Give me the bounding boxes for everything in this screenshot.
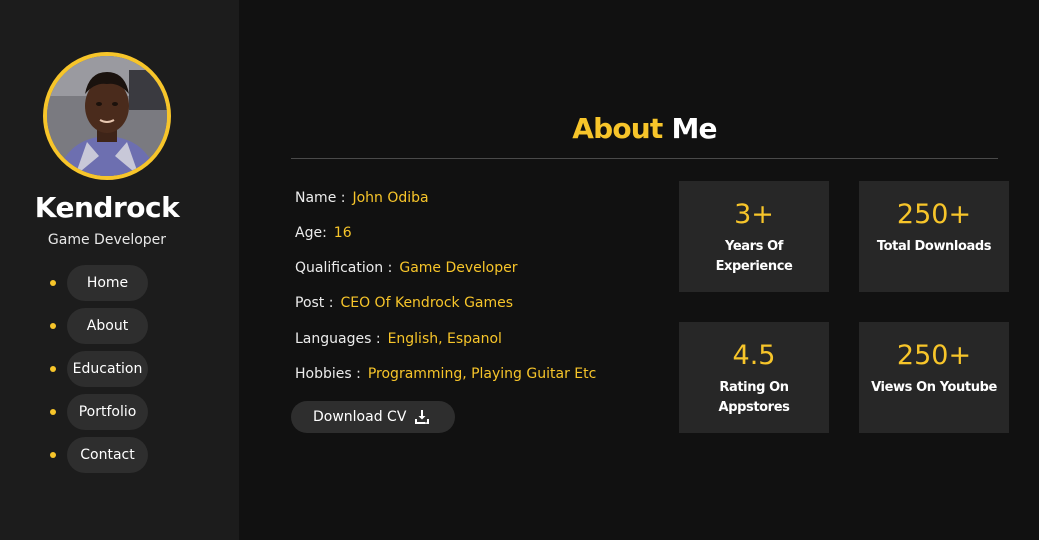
info-value: 16 [333, 225, 352, 241]
info-key: Hobbies : [295, 366, 361, 382]
profile-photo [47, 56, 167, 176]
nav-home-button[interactable]: Home [67, 265, 148, 301]
stat-label: Years Of Experience [715, 239, 793, 274]
info-row-qualification: Qualification : Game Developer [295, 260, 517, 276]
info-row-age: Age: 16 [295, 225, 352, 241]
section-title: About Me [291, 112, 998, 145]
main-content: About Me Name : John Odiba Age: 16 Qualifi… [239, 0, 1039, 540]
stat-number: 250+ [896, 340, 972, 371]
profile-name: Kendrock [34, 191, 180, 224]
bullet-icon [50, 280, 56, 286]
stat-card-views: 250+ Views On Youtube [859, 322, 1009, 433]
download-cv-label: Download CV [313, 409, 407, 425]
bullet-icon [50, 323, 56, 329]
stat-card-downloads: 250+ Total Downloads [859, 181, 1009, 292]
nav-contact-button[interactable]: Contact [67, 437, 148, 473]
info-key: Qualification : [295, 260, 393, 276]
stat-label: Rating On Appstores [718, 380, 790, 415]
profile-role: Game Developer [47, 232, 167, 248]
nav-portfolio-button[interactable]: Portfolio [67, 394, 148, 430]
sidebar: Kendrock Game Developer Home About Educa… [0, 0, 239, 540]
stat-number: 3+ [734, 199, 774, 230]
bullet-icon [50, 366, 56, 372]
info-row-post: Post : CEO Of Kendrock Games [295, 295, 513, 311]
stat-card-experience: 3+ Years Of Experience [679, 181, 829, 292]
profile-avatar [43, 52, 171, 180]
info-row-hobbies: Hobbies : Programming, Playing Guitar Etc [295, 366, 596, 382]
section-divider [291, 158, 998, 159]
nav-education-button[interactable]: Education [67, 351, 148, 387]
download-cv-button[interactable]: Download CV [291, 401, 455, 433]
info-key: Post : [295, 295, 334, 311]
info-key: Name : [295, 190, 346, 206]
section-title-rest: Me [662, 112, 717, 145]
info-row-name: Name : John Odiba [295, 190, 429, 206]
bullet-icon [50, 452, 56, 458]
stat-label: Views On Youtube [871, 380, 997, 395]
stat-number: 4.5 [732, 340, 776, 371]
info-key: Age: [295, 225, 327, 241]
download-icon [415, 410, 429, 424]
info-key: Languages : [295, 331, 381, 347]
stat-card-rating: 4.5 Rating On Appstores [679, 322, 829, 433]
info-value: Game Developer [399, 260, 518, 276]
info-row-languages: Languages : English, Espanol [295, 331, 502, 347]
section-title-accent: About [572, 112, 663, 145]
stat-label: Total Downloads [876, 239, 992, 254]
nav-about-button[interactable]: About [67, 308, 148, 344]
info-value: CEO Of Kendrock Games [340, 295, 514, 311]
info-value: John Odiba [352, 190, 429, 206]
bullet-icon [50, 409, 56, 415]
info-value: Programming, Playing Guitar Etc [367, 366, 597, 382]
stat-number: 250+ [896, 199, 972, 230]
info-value: English, Espanol [387, 331, 502, 347]
